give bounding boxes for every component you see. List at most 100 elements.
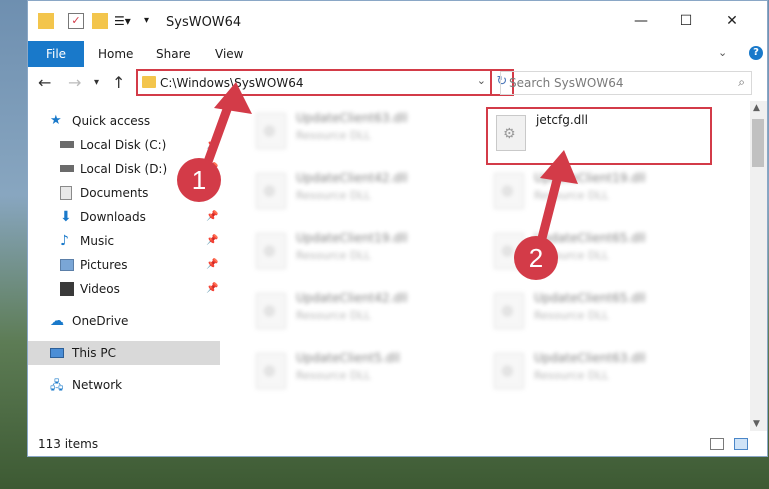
dll-file-icon [256,353,286,389]
dll-file-icon [494,173,524,209]
sidebar-item-quick-access[interactable]: ★ Quick access [28,109,220,133]
up-button[interactable]: ↑ [112,73,125,92]
list-item[interactable]: UpdateClient5.dll Resource DLL [248,347,478,397]
dll-file-icon [256,233,286,269]
cloud-icon: ☁ [50,313,64,329]
list-item[interactable]: UpdateClient19.dll Resource DLL [486,167,716,217]
scroll-down-icon[interactable]: ▼ [753,419,760,429]
close-button[interactable]: ✕ [717,11,747,31]
search-placeholder: Search SysWOW64 [509,76,624,90]
address-bar[interactable]: C:\Windows\SysWOW64 ⌄ [136,69,492,96]
file-name: UpdateClient19.dll [534,171,646,185]
details-view-icon[interactable] [710,438,724,450]
dll-file-icon [256,173,286,209]
sidebar-item-videos[interactable]: Videos 📌 [28,277,220,301]
sidebar-item-label: Videos [80,282,120,296]
title-bar: ✓ ☰▾ ▾ SysWOW64 — ☐ ✕ [28,1,767,41]
document-icon [60,186,72,200]
list-item[interactable]: UpdateClient63.dll Resource DLL [248,107,478,157]
drive-icon [60,165,74,172]
file-name: UpdateClient42.dll [296,291,408,305]
new-folder-icon[interactable] [92,13,108,29]
large-icons-view-icon[interactable] [734,438,748,450]
sidebar-item-label: Local Disk (C:) [80,138,167,152]
help-icon[interactable]: ? [749,46,763,60]
forward-button[interactable]: → [68,73,81,92]
scroll-thumb[interactable] [752,119,764,167]
pin-icon[interactable]: 📌 [206,277,218,301]
sidebar-item-this-pc[interactable]: This PC [28,341,220,365]
sidebar-item-label: Documents [80,186,149,200]
sidebar-item-onedrive[interactable]: ☁ OneDrive [28,309,220,333]
file-type: Resource DLL [534,309,609,322]
file-name: UpdateClient42.dll [296,171,408,185]
window-title: SysWOW64 [166,15,242,30]
search-input[interactable]: Search SysWOW64 ⌕ [500,71,752,95]
expand-ribbon-icon[interactable]: ⌄ [718,46,727,59]
vertical-scrollbar[interactable]: ▲ ▼ [750,101,767,431]
sidebar-item-label: Music [80,234,115,248]
sidebar-item-downloads[interactable]: ⬇ Downloads 📌 [28,205,220,229]
pictures-icon [60,259,74,271]
network-icon: 🖧 [50,378,64,392]
music-icon: ♪ [60,233,69,249]
list-item[interactable]: UpdateClient65.dll Resource DLL [486,287,716,337]
toolbar-dropdown-icon[interactable]: ▾ [144,13,160,29]
step-1-badge: 1 [177,158,221,202]
file-list: UpdateClient63.dll Resource DLL jetcfg.d… [238,103,738,423]
navigation-pane: ★ Quick access Local Disk (C:) 📌 Local D… [28,103,224,423]
file-type: Resource DLL [296,309,371,322]
drive-icon [60,141,74,148]
sidebar-item-pictures[interactable]: Pictures 📌 [28,253,220,277]
file-name: UpdateClient19.dll [296,231,408,245]
video-icon [60,282,74,296]
explorer-window: ✓ ☰▾ ▾ SysWOW64 — ☐ ✕ File Home Share Vi… [27,0,768,457]
tab-share[interactable]: Share [156,41,191,67]
properties-icon[interactable]: ✓ [68,13,84,29]
pin-icon[interactable]: 📌 [206,253,218,277]
back-button[interactable]: ← [38,73,51,92]
folder-icon [142,76,156,88]
scroll-up-icon[interactable]: ▲ [753,103,760,113]
pin-icon[interactable]: 📌 [206,205,218,229]
search-icon: ⌕ [738,75,745,89]
file-type: Resource DLL [296,369,371,382]
tab-file[interactable]: File [28,41,84,67]
status-item-count: 113 items [38,437,99,451]
recent-locations-icon[interactable]: ▾ [94,77,99,88]
file-name: UpdateClient63.dll [534,351,646,365]
pin-icon[interactable]: 📌 [206,229,218,253]
file-type: Resource DLL [534,189,609,202]
dll-file-icon [494,293,524,329]
download-icon: ⬇ [60,209,72,225]
sidebar-item-local-disk-c[interactable]: Local Disk (C:) 📌 [28,133,220,157]
list-item[interactable]: UpdateClient42.dll Resource DLL [248,287,478,337]
star-icon: ★ [50,113,62,128]
step-2-badge: 2 [514,236,558,280]
tab-view[interactable]: View [215,41,243,67]
list-item[interactable]: UpdateClient42.dll Resource DLL [248,167,478,217]
dll-file-icon [494,353,524,389]
sidebar-item-network[interactable]: 🖧 Network [28,373,220,397]
pin-icon[interactable]: 📌 [206,133,218,157]
tab-home[interactable]: Home [98,41,133,67]
file-name: UpdateClient5.dll [296,351,400,365]
file-name: jetcfg.dll [536,113,588,127]
file-name: UpdateClient63.dll [296,111,408,125]
list-item-selected[interactable]: jetcfg.dll [486,107,712,165]
file-type: Resource DLL [296,129,371,142]
list-item[interactable]: UpdateClient63.dll Resource DLL [486,347,716,397]
list-item[interactable]: UpdateClient19.dll Resource DLL [248,227,478,277]
minimize-button[interactable]: — [626,11,656,31]
file-type: Resource DLL [296,249,371,262]
customize-toolbar-icon[interactable]: ☰▾ [114,13,131,29]
folder-icon [38,13,54,29]
sidebar-item-label: OneDrive [72,314,129,328]
address-path[interactable]: C:\Windows\SysWOW64 [160,76,304,90]
file-type: Resource DLL [296,189,371,202]
sidebar-item-music[interactable]: ♪ Music 📌 [28,229,220,253]
maximize-button[interactable]: ☐ [671,11,701,31]
dll-file-icon [256,113,286,149]
file-type: Resource DLL [534,369,609,382]
chevron-down-icon[interactable]: ⌄ [477,74,486,87]
